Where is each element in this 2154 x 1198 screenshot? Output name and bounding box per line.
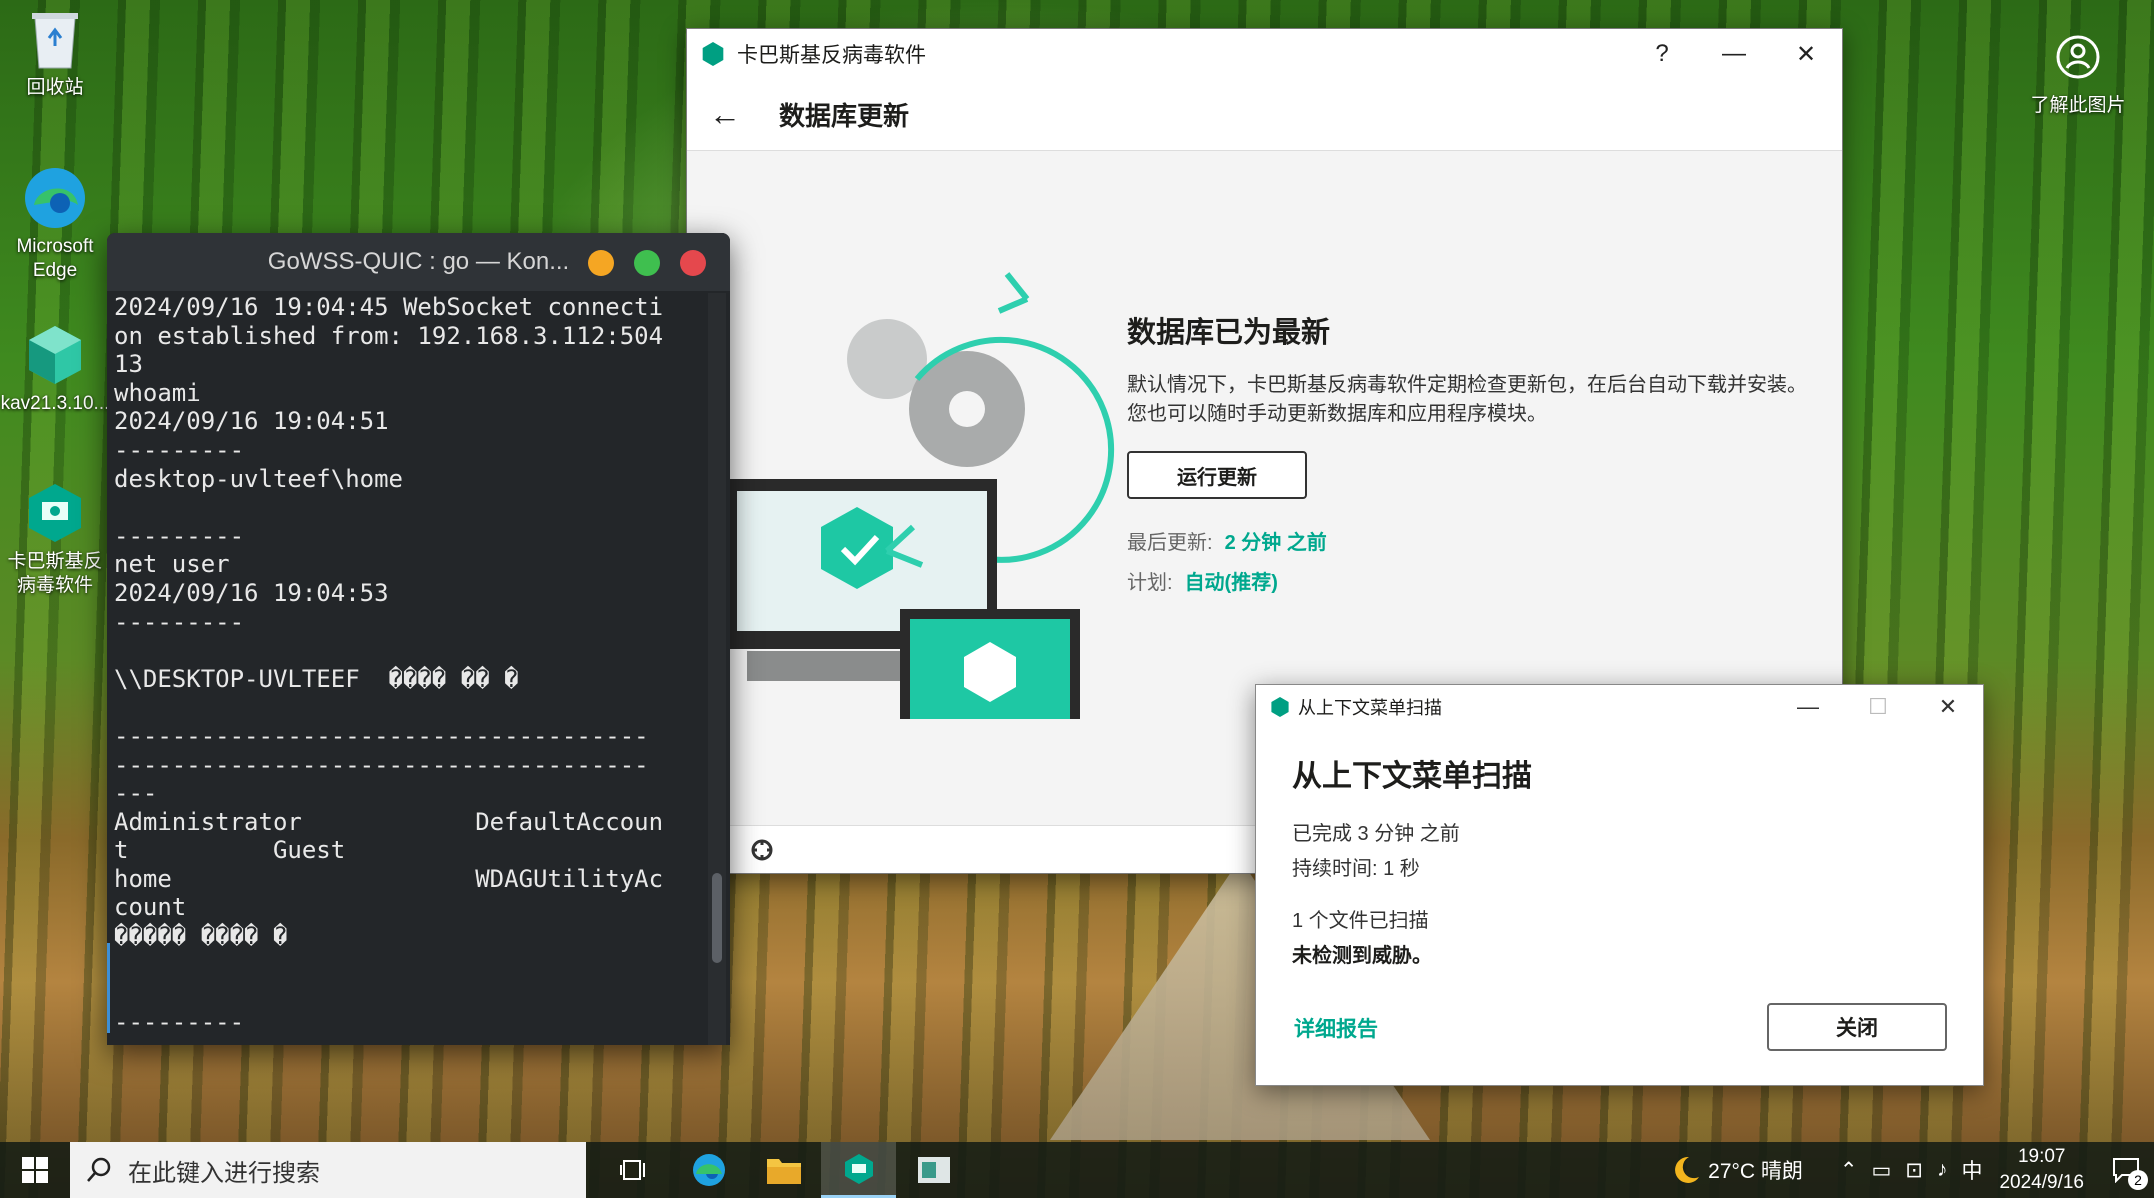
cube-icon: [22, 322, 88, 388]
desktop-icon-kav-installer[interactable]: kav21.3.10...: [0, 322, 110, 416]
terminal-titlebar: GoWSS-QUIC : go — Kon...: [107, 233, 730, 291]
desktop-icon-label: kav21.3.10...: [0, 393, 110, 414]
recycle-bin-icon: [22, 6, 88, 72]
status-description: 默认情况下，卡巴斯基反病毒软件定期检查更新包，在后台自动下载并安装。您也可以随时…: [1127, 374, 1807, 425]
kaspersky-titlebar: 卡巴斯基反病毒软件 ? — ✕: [687, 29, 1842, 79]
terminal-maximize-button[interactable]: [634, 250, 660, 276]
desktop-icon-label: Microsoft Edge: [16, 236, 94, 281]
scan-duration: 持续时间: 1 秒: [1292, 858, 1420, 880]
schedule-label: 计划:: [1127, 572, 1173, 594]
terminal-window[interactable]: GoWSS-QUIC : go — Kon... 2024/09/16 19:0…: [107, 233, 730, 1045]
update-illustration: [727, 272, 1115, 719]
edge-icon: [692, 1154, 725, 1186]
taskbar: 在此键入进行搜索 27°C 晴朗 ⌃ ▭ ⊡ ♪ 中 19:07 2024/9/…: [0, 1142, 2154, 1198]
task-view-button[interactable]: [596, 1142, 671, 1198]
scan-files: 1 个文件已扫描: [1292, 910, 1429, 932]
desktop-icon-edge[interactable]: Microsoft Edge: [0, 165, 110, 283]
taskbar-kaspersky[interactable]: [821, 1142, 896, 1198]
system-tray: 27°C 晴朗 ⌃ ▭ ⊡ ♪ 中 19:07 2024/9/16 2: [1669, 1142, 2154, 1198]
network-icon[interactable]: ⊡: [1905, 1158, 1923, 1183]
last-update-label: 最后更新:: [1127, 532, 1213, 554]
last-update-value: 2 分钟 之前: [1224, 532, 1327, 554]
scan-title: 从上下文菜单扫描: [1298, 698, 1442, 718]
notification-count: 2: [2128, 1170, 2148, 1190]
clock[interactable]: 19:07 2024/9/16: [1999, 1144, 2084, 1196]
clock-date: 2024/9/16: [1999, 1172, 2084, 1193]
terminal-close-button[interactable]: [680, 250, 706, 276]
windows-icon: [22, 1157, 48, 1183]
scan-dialog: 从上下文菜单扫描 — ☐ ✕ 从上下文菜单扫描 已完成 3 分钟 之前 持续时间…: [1255, 684, 1984, 1086]
desktop-icon-label: 卡巴斯基反病毒软件: [7, 551, 103, 596]
help-button[interactable]: ?: [1626, 29, 1698, 79]
schedule-link[interactable]: 自动(推荐): [1185, 572, 1278, 594]
desktop-icon-kaspersky[interactable]: 卡巴斯基反病毒软件: [0, 480, 110, 598]
terminal-minimize-button[interactable]: [588, 250, 614, 276]
terminal-scrollbar[interactable]: [708, 293, 726, 1045]
learn-picture-label: 了解此图片: [2030, 95, 2126, 116]
scan-completed: 已完成 3 分钟 之前: [1292, 823, 1460, 845]
scan-close-button[interactable]: ✕: [1913, 685, 1983, 729]
search-placeholder: 在此键入进行搜索: [128, 1159, 320, 1187]
kaspersky-logo-icon: [1271, 697, 1289, 717]
terminal-icon: [917, 1157, 950, 1183]
scan-heading: 从上下文菜单扫描: [1292, 760, 1532, 793]
edge-icon: [22, 165, 88, 231]
terminal-marker: [107, 943, 110, 1033]
kaspersky-icon: [22, 480, 88, 546]
volume-icon[interactable]: ♪: [1937, 1158, 1948, 1182]
scan-maximize-button[interactable]: ☐: [1843, 685, 1913, 729]
close-button[interactable]: ✕: [1770, 29, 1842, 79]
scan-close-action-button[interactable]: 关闭: [1767, 1003, 1947, 1051]
task-view-icon: [619, 1160, 645, 1180]
start-button[interactable]: [0, 1142, 70, 1198]
taskbar-terminal[interactable]: [896, 1142, 971, 1198]
status-title: 数据库已为最新: [1127, 317, 1331, 349]
kaspersky-title: 卡巴斯基反病毒软件: [737, 44, 926, 67]
back-arrow-icon[interactable]: ←: [709, 96, 741, 133]
scan-minimize-button[interactable]: —: [1773, 685, 1843, 729]
battery-icon[interactable]: ▭: [1872, 1158, 1892, 1183]
page-title: 数据库更新: [779, 101, 910, 131]
support-icon[interactable]: [749, 837, 775, 863]
kaspersky-logo-icon: [702, 42, 724, 66]
run-update-button[interactable]: 运行更新: [1127, 451, 1307, 499]
search-icon: [87, 1157, 111, 1182]
ime-indicator[interactable]: 中: [1961, 1155, 1982, 1185]
notification-center-button[interactable]: 2: [2098, 1142, 2154, 1198]
update-info: 数据库已为最新 默认情况下，卡巴斯基反病毒软件定期检查更新包，在后台自动下载并安…: [1127, 309, 1807, 603]
moon-icon: [1675, 1156, 1700, 1183]
taskbar-edge[interactable]: [671, 1142, 746, 1198]
folder-icon: [766, 1159, 801, 1184]
detailed-report-link[interactable]: 详细报告: [1294, 1013, 1378, 1043]
taskbar-search[interactable]: 在此键入进行搜索: [70, 1142, 586, 1198]
kaspersky-icon: [844, 1153, 873, 1184]
scan-result: 未检测到威胁。: [1292, 945, 1432, 967]
terminal-title: GoWSS-QUIC : go — Kon...: [267, 248, 570, 275]
desktop-icon-recycle-bin[interactable]: 回收站: [0, 6, 110, 100]
taskbar-file-explorer[interactable]: [746, 1142, 821, 1198]
terminal-output: 2024/09/16 19:04:45 WebSocket connecti o…: [114, 293, 664, 1036]
update-meta: 最后更新: 2 分钟 之前 计划: 自动(推荐): [1127, 523, 1807, 603]
scan-titlebar: 从上下文菜单扫描 — ☐ ✕: [1256, 685, 1983, 729]
clock-time: 19:07: [2017, 1146, 2066, 1167]
learn-picture-icon: [2045, 24, 2111, 90]
minimize-button[interactable]: —: [1698, 29, 1770, 79]
weather-text[interactable]: 27°C 晴朗: [1708, 1155, 1803, 1185]
learn-picture[interactable]: 了解此图片: [2013, 24, 2143, 118]
page-header: ← 数据库更新: [687, 79, 1842, 151]
chevron-up-icon[interactable]: ⌃: [1840, 1158, 1858, 1183]
desktop-icon-label: 回收站: [26, 77, 84, 98]
